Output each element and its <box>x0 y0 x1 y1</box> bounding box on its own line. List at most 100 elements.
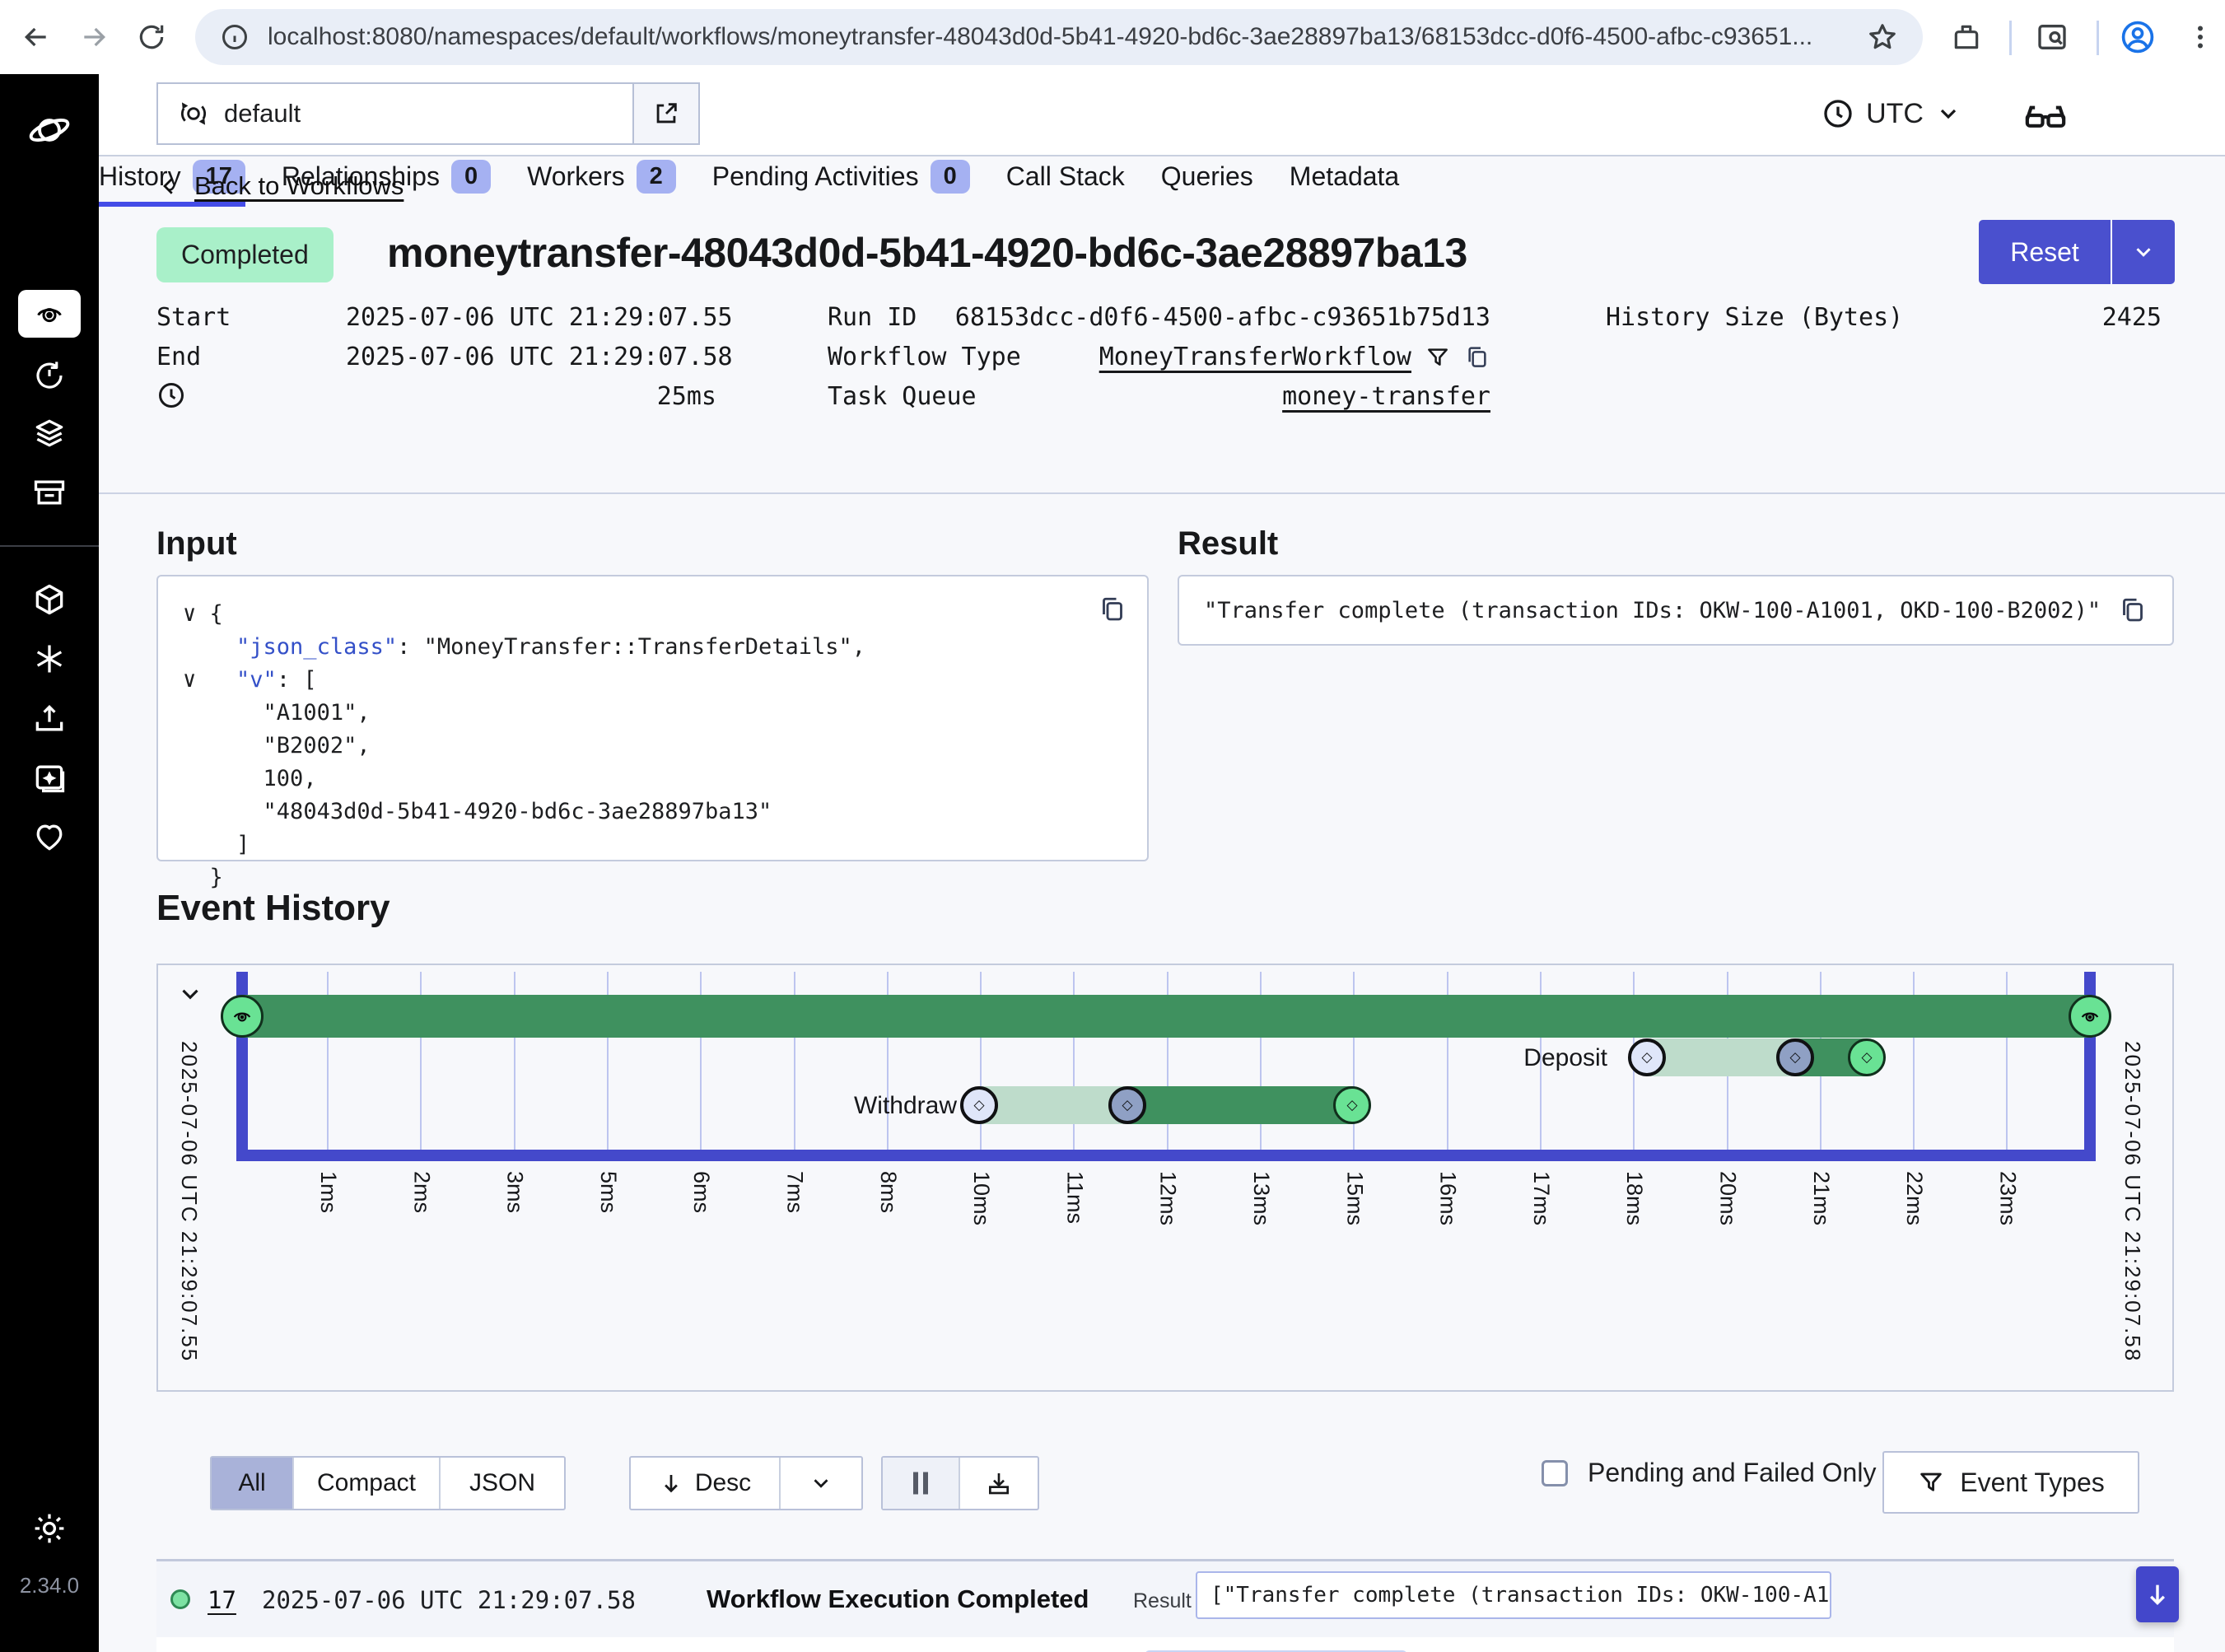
timeline-end-datetime: 2025-07-06 UTC 21:29:07.58 <box>2120 1041 2145 1362</box>
json-text: ] <box>236 832 250 857</box>
duration-value: 25ms <box>346 382 716 411</box>
sidebar-item-workflows-active[interactable] <box>18 290 81 338</box>
collapse-chevron: ∨ <box>183 601 210 627</box>
tab-metadata[interactable]: Metadata <box>1290 161 1399 205</box>
namespace-open-icon[interactable] <box>632 84 698 143</box>
result-value: "Transfer complete (transaction IDs: OKW… <box>1204 598 2118 623</box>
withdraw-started-marker[interactable]: ◇ <box>1108 1086 1146 1124</box>
chrome-divider <box>2097 21 2099 55</box>
event-id-link[interactable]: 17 <box>208 1586 236 1614</box>
timeline-tick-label: 16ms <box>1435 1171 1461 1225</box>
namespace-switcher[interactable]: default <box>156 82 700 145</box>
reset-menu-button[interactable] <box>2111 220 2175 284</box>
timeline-tick-label: 2ms <box>408 1171 434 1213</box>
event-row-16[interactable]: 16 2025-07-06 UTC 21:29:07.58 Workflow T… <box>156 1637 2174 1652</box>
scroll-to-bottom-button[interactable] <box>2136 1566 2179 1622</box>
browser-chrome: localhost:8080/namespaces/default/workfl… <box>0 0 2225 74</box>
sidebar-item-deployments-icon[interactable] <box>0 410 99 456</box>
sidebar-item-import-icon[interactable] <box>0 696 99 742</box>
json-text: "B2002", <box>264 733 371 758</box>
back-to-workflows-link[interactable]: Back to Workflows <box>156 171 403 201</box>
withdraw-completed-marker[interactable]: ◇ <box>1333 1086 1371 1124</box>
chevron-left-icon <box>156 174 181 198</box>
timezone-picker[interactable]: UTC <box>1822 89 1961 138</box>
sort-label: Desc <box>695 1469 751 1497</box>
event-types-filter-button[interactable]: Event Types <box>1882 1451 2139 1514</box>
tab-queries[interactable]: Queries <box>1161 161 1253 205</box>
theme-toggle-sun-icon[interactable] <box>0 1505 99 1552</box>
end-label: End <box>156 343 201 371</box>
collapse-chevron: ∨ <box>183 667 210 693</box>
timeline-tick-label: 7ms <box>782 1171 808 1213</box>
browser-back-icon[interactable] <box>16 17 56 57</box>
deposit-started-marker[interactable]: ◇ <box>1776 1038 1814 1076</box>
timeline-tick-label: 1ms <box>315 1171 341 1213</box>
workflow-start-event-marker[interactable] <box>221 995 264 1038</box>
tab-label: Call Stack <box>1006 161 1125 192</box>
json-line: "B2002", <box>183 730 1122 763</box>
extensions-icon[interactable] <box>1947 17 1986 57</box>
timeline-collapse-chevron-icon[interactable] <box>176 980 204 1008</box>
tab-pending-activities[interactable]: Pending Activities 0 <box>712 160 970 207</box>
withdraw-scheduled-marker[interactable]: ◇ <box>960 1086 998 1124</box>
input-section-title: Input <box>156 525 237 562</box>
namespace-name: default <box>224 99 301 128</box>
sidebar-item-docs-icon[interactable] <box>0 754 99 800</box>
temporal-logo[interactable] <box>0 107 99 153</box>
namespace-current[interactable]: default <box>158 84 632 143</box>
result-section-title: Result <box>1178 525 1278 562</box>
deposit-scheduled-marker[interactable]: ◇ <box>1628 1038 1666 1076</box>
workflow-end-event-marker[interactable] <box>2069 995 2111 1038</box>
address-bar[interactable]: localhost:8080/namespaces/default/workfl… <box>195 9 1923 65</box>
arrow-down-icon <box>2143 1580 2171 1608</box>
kebab-menu-icon[interactable] <box>2181 17 2220 57</box>
tab-badge: 2 <box>637 160 676 194</box>
task-queue-link[interactable]: money-transfer <box>1282 382 1490 411</box>
event-status-dot <box>170 1589 190 1609</box>
tab-workers[interactable]: Workers 2 <box>527 160 676 207</box>
tab-label: Workers <box>527 161 625 192</box>
copy-icon[interactable] <box>1464 344 1490 371</box>
pause-icon <box>910 1471 931 1496</box>
sidebar-item-schedules-icon[interactable] <box>0 352 99 399</box>
pending-failed-checkbox[interactable] <box>1542 1460 1568 1486</box>
start-value: 2025-07-06 UTC 21:29:07.55 <box>346 303 716 332</box>
json-text: 100, <box>264 766 317 791</box>
view-compact-button[interactable]: Compact <box>294 1458 441 1509</box>
sidebar-item-batch-operations-icon[interactable] <box>0 469 99 516</box>
pending-failed-label: Pending and Failed Only <box>1588 1458 1876 1488</box>
run-id-label: Run ID <box>828 303 917 332</box>
site-info-icon[interactable] <box>220 22 250 52</box>
event-timestamp: 2025-07-06 UTC 21:29:07.58 <box>262 1586 636 1614</box>
view-json-button[interactable]: JSON <box>441 1458 564 1509</box>
tab-badge: 0 <box>931 160 970 194</box>
timeline-tick-label: 11ms <box>1061 1171 1087 1224</box>
timeline-tick-label: 15ms <box>1341 1171 1367 1225</box>
labs-glasses-icon[interactable] <box>2022 92 2069 138</box>
sort-menu-button[interactable] <box>781 1458 861 1509</box>
event-row-17[interactable]: 17 2025-07-06 UTC 21:29:07.58 Workflow E… <box>156 1561 2174 1637</box>
browser-forward-icon[interactable] <box>74 17 114 57</box>
download-history-button[interactable] <box>960 1458 1038 1509</box>
sidebar-item-namespaces-icon[interactable] <box>0 576 99 623</box>
pause-button[interactable] <box>883 1458 960 1509</box>
event-result-code[interactable]: ["Transfer complete (transaction IDs: OK… <box>1196 1571 1831 1619</box>
view-all-button[interactable]: All <box>212 1458 294 1509</box>
workflow-type-link[interactable]: MoneyTransferWorkflow <box>1099 343 1411 371</box>
profile-avatar-icon[interactable] <box>2118 17 2157 57</box>
copy-icon[interactable] <box>2118 595 2148 625</box>
timeline-tick-label: 10ms <box>968 1171 994 1225</box>
sort-desc-button[interactable]: Desc <box>631 1458 781 1509</box>
browser-reload-icon[interactable] <box>132 17 171 57</box>
sidebar-item-nexus-icon[interactable] <box>0 636 99 682</box>
tab-call-stack[interactable]: Call Stack <box>1006 161 1125 205</box>
timezone-label: UTC <box>1866 98 1924 130</box>
side-panel-search-icon[interactable] <box>2032 17 2072 57</box>
bookmark-star-icon[interactable] <box>1867 21 1898 53</box>
sidebar-item-feedback-heart-icon[interactable] <box>0 814 99 860</box>
timeline-tick-label: 3ms <box>502 1171 528 1213</box>
filter-funnel-icon[interactable] <box>1425 344 1451 371</box>
reset-button[interactable]: Reset <box>1979 220 2111 284</box>
copy-icon[interactable] <box>1098 595 1127 624</box>
deposit-completed-marker[interactable]: ◇ <box>1848 1038 1886 1076</box>
